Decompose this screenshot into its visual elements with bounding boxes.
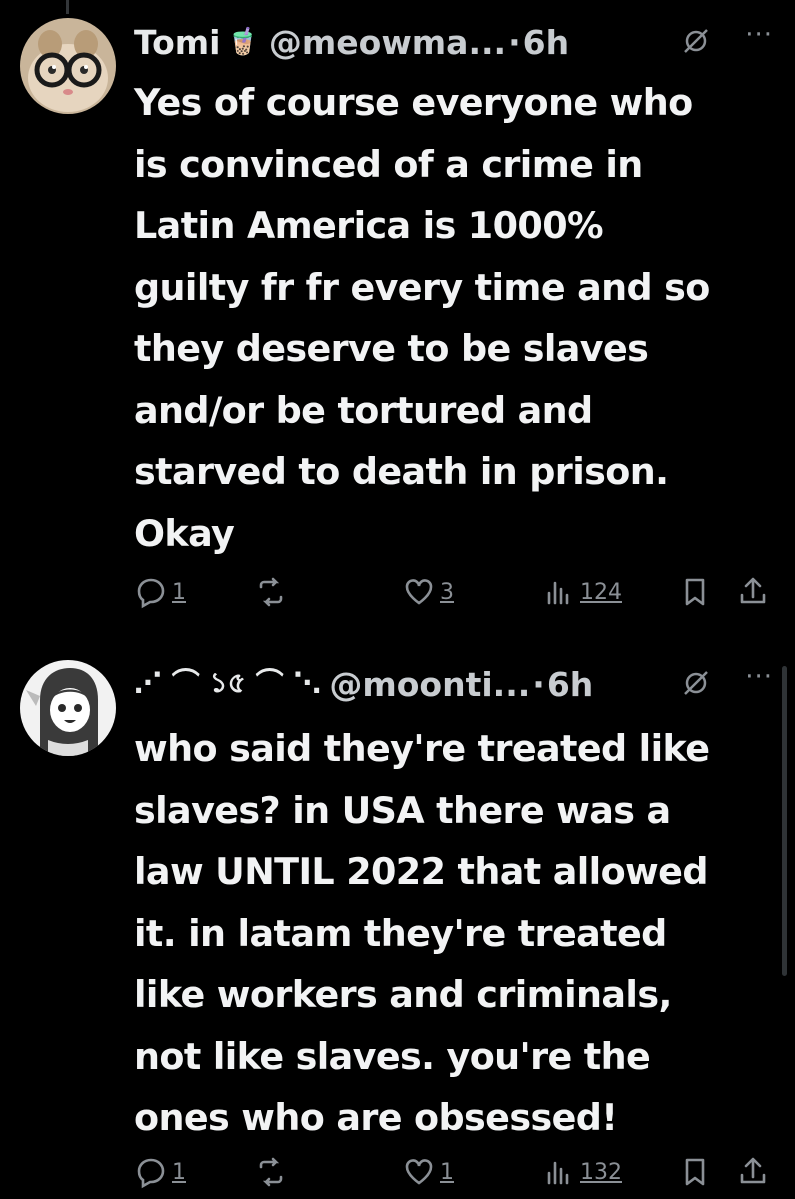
view-count: 132: [580, 1159, 622, 1185]
bookmark-button[interactable]: [678, 572, 712, 612]
reply-icon: [137, 578, 165, 609]
views-icon: [547, 1161, 569, 1185]
reply-button[interactable]: 1: [134, 572, 186, 612]
more-icon[interactable]: ···: [745, 662, 773, 692]
action-bar: 1 1 132: [134, 1152, 774, 1192]
avatar[interactable]: [20, 18, 116, 114]
scrollbar[interactable]: [782, 666, 787, 976]
display-name[interactable]: Tomi: [134, 23, 221, 62]
grok-icon[interactable]: [681, 26, 711, 56]
separator-dot: ·: [508, 22, 521, 62]
views-button[interactable]: 132: [542, 1152, 622, 1192]
action-bar: 1 3 124: [134, 572, 774, 612]
view-count: 124: [580, 579, 622, 605]
bookmark-icon: [685, 578, 705, 606]
more-icon[interactable]: ···: [745, 20, 773, 50]
username[interactable]: @meowma...: [269, 23, 506, 62]
views-icon: [547, 581, 569, 605]
retweet-icon: [259, 1157, 283, 1187]
bubble-tea-emoji: 🧋: [226, 27, 259, 57]
tweet-text: Yes of course everyone who is convinced …: [134, 81, 710, 555]
share-button[interactable]: [736, 1152, 770, 1192]
views-button[interactable]: 124: [542, 572, 622, 612]
bookmark-button[interactable]: [678, 1152, 712, 1192]
tweet-header: Tomi 🧋 @meowma... · 6h: [134, 16, 569, 68]
avatar[interactable]: [20, 660, 116, 756]
like-button[interactable]: 1: [402, 1152, 454, 1192]
share-button[interactable]: [736, 572, 770, 612]
heart-icon: [405, 1159, 433, 1185]
timestamp[interactable]: 6h: [547, 665, 593, 704]
separator-dot: ·: [532, 664, 545, 704]
like-button[interactable]: 3: [402, 572, 454, 612]
tweet-header: ⋰ ⌒ ১৫ ⌒ ⋱ @moonti... · 6h: [134, 658, 593, 710]
timestamp[interactable]: 6h: [523, 23, 569, 62]
reply-icon: [137, 1158, 165, 1189]
share-icon: [740, 577, 766, 604]
retweet-button[interactable]: [254, 572, 288, 612]
display-name[interactable]: ⋰ ⌒ ১৫ ⌒ ⋱: [134, 661, 321, 708]
reply-count: 1: [172, 579, 186, 605]
reply-count: 1: [172, 1159, 186, 1185]
grok-icon[interactable]: [681, 668, 711, 698]
username[interactable]: @moonti...: [329, 665, 530, 704]
tweet-2[interactable]: ⋰ ⌒ ১৫ ⌒ ⋱ @moonti... · 6h ··· who said …: [0, 640, 795, 1199]
like-count: 3: [440, 579, 454, 605]
like-count: 1: [440, 1159, 454, 1185]
share-icon: [740, 1157, 766, 1184]
retweet-button[interactable]: [254, 1152, 288, 1192]
tweet-text: who said they're treated like slaves? in…: [134, 727, 710, 1139]
reply-button[interactable]: 1: [134, 1152, 186, 1192]
tweet-1[interactable]: Tomi 🧋 @meowma... · 6h ··· Yes of course…: [0, 0, 795, 640]
bookmark-icon: [685, 1158, 705, 1186]
heart-icon: [405, 579, 433, 605]
retweet-icon: [259, 577, 283, 607]
